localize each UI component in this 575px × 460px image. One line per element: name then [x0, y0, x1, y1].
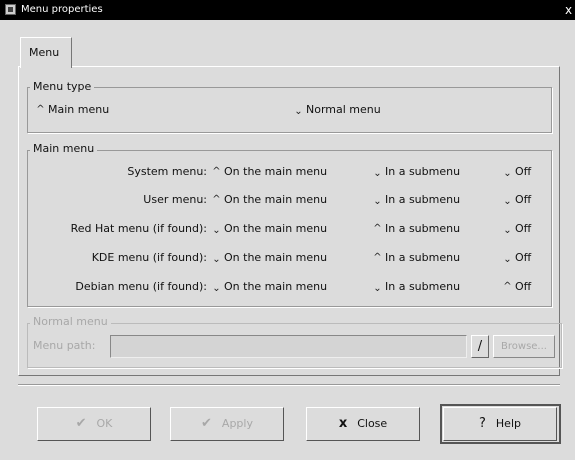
radio-indicator: ⌄: [503, 254, 512, 265]
radio-option-label: Off: [515, 165, 532, 178]
main-menu-row-label: Debian menu (if found):: [75, 280, 207, 293]
radio-main-menu-label: Main menu: [48, 103, 110, 116]
divider: [18, 384, 560, 386]
radio-option-label: In a submenu: [385, 193, 461, 206]
main-menu-row-label: System menu:: [127, 165, 207, 178]
window-icon[interactable]: [5, 4, 16, 15]
menu-type-title: Menu type: [30, 80, 95, 94]
radio-indicator: ⌄: [294, 106, 303, 117]
browse-button[interactable]: Browse...: [493, 335, 555, 358]
radio-option-label: Off: [515, 222, 532, 235]
menu-path-label: Menu path:: [33, 339, 96, 352]
title-bar: Menu properties x: [0, 0, 575, 20]
help-button-label: Help: [495, 417, 521, 430]
radio-option-label: In a submenu: [385, 251, 461, 264]
radio-indicator: ^: [373, 223, 382, 234]
radio-option-label: Off: [515, 280, 532, 293]
main-menu-row-label: Red Hat menu (if found):: [70, 222, 207, 235]
radio-indicator: ⌄: [373, 283, 382, 294]
radio-option-label: Off: [515, 251, 532, 264]
radio-indicator: ^: [212, 194, 221, 205]
help-button-focus-ring: ? Help: [440, 404, 561, 444]
pen-icon[interactable]: /: [471, 335, 489, 358]
main-menu-row-label: KDE menu (if found):: [91, 251, 207, 264]
tab-menu[interactable]: Menu: [20, 37, 72, 68]
close-button[interactable]: x Close: [306, 407, 420, 441]
main-menu-row-label: User menu:: [143, 193, 207, 206]
radio-indicator: ⌄: [503, 196, 512, 207]
radio-option-label: On the main menu: [224, 222, 328, 235]
x-icon: x: [338, 416, 348, 431]
help-button[interactable]: ? Help: [443, 407, 557, 441]
window-close-icon[interactable]: x: [565, 3, 572, 17]
tab-menu-label: Menu: [29, 46, 60, 59]
radio-normal-menu-label: Normal menu: [306, 103, 381, 116]
question-icon: ?: [479, 416, 486, 431]
radio-indicator: ^: [373, 252, 382, 263]
ok-button[interactable]: ✔ OK: [37, 407, 151, 441]
radio-option-label: On the main menu: [224, 280, 328, 293]
radio-indicator: ⌄: [373, 168, 382, 179]
radio-indicator: ⌄: [212, 283, 221, 294]
radio-indicator: ⌄: [212, 225, 221, 236]
radio-indicator: ^: [503, 281, 512, 292]
radio-option-label: On the main menu: [224, 193, 328, 206]
normal-menu-title: Normal menu: [30, 315, 111, 329]
close-button-label: Close: [357, 417, 388, 430]
radio-option-label: In a submenu: [385, 280, 461, 293]
radio-option-label: In a submenu: [385, 165, 461, 178]
radio-indicator: ⌄: [373, 196, 382, 207]
main-menu-title: Main menu: [30, 142, 98, 156]
ok-icon: ✔: [75, 416, 87, 431]
apply-button-label: Apply: [221, 417, 253, 430]
radio-indicator: ⌄: [503, 168, 512, 179]
radio-option-label: On the main menu: [224, 251, 328, 264]
checkmark-icon: ✔: [201, 416, 212, 431]
radio-option-label: In a submenu: [385, 222, 461, 235]
apply-button[interactable]: ✔ Apply: [170, 407, 284, 441]
menu-path-input[interactable]: [110, 335, 467, 358]
ok-button-label: OK: [96, 417, 113, 430]
radio-indicator: ^: [212, 166, 221, 177]
radio-indicator: ⌄: [212, 254, 221, 265]
window-title: Menu properties: [21, 4, 103, 15]
radio-indicator: ⌄: [503, 225, 512, 236]
radio-option-label: On the main menu: [224, 165, 328, 178]
radio-option-label: Off: [515, 193, 532, 206]
radio-indicator: ^: [36, 104, 45, 115]
